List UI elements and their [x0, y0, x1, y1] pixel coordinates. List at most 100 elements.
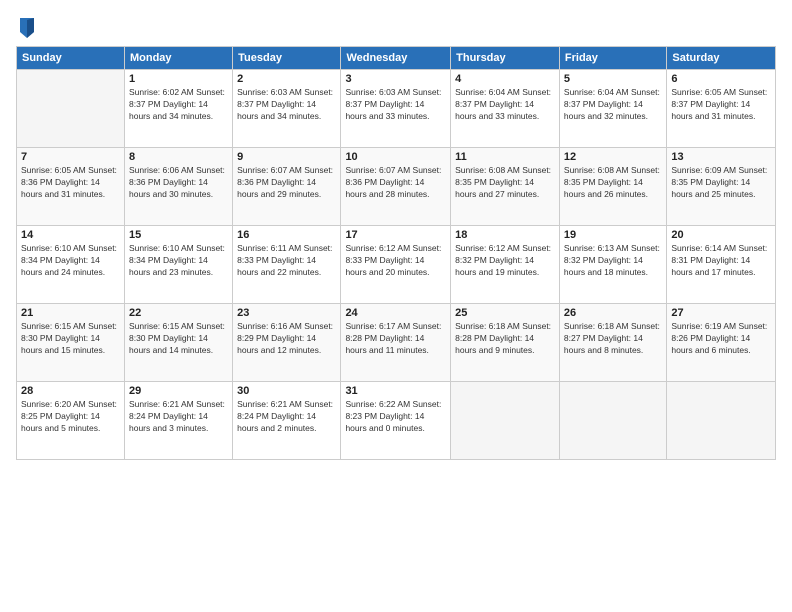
day-number: 5 — [564, 73, 662, 85]
day-number: 8 — [129, 151, 228, 163]
calendar-day: 10 Sunrise: 6:07 AM Sunset: 8:36 PM Dayli… — [341, 148, 451, 226]
day-detail: Sunrise: 6:14 AM Sunset: 8:31 PM Dayligh… — [671, 243, 771, 279]
calendar-day: 18 Sunrise: 6:12 AM Sunset: 8:32 PM Dayli… — [451, 226, 560, 304]
weekday-header: Thursday — [451, 47, 560, 70]
calendar-table: SundayMondayTuesdayWednesdayThursdayFrid… — [16, 46, 776, 460]
day-number: 28 — [21, 385, 120, 397]
calendar-day: 11 Sunrise: 6:08 AM Sunset: 8:35 PM Dayli… — [451, 148, 560, 226]
calendar-week-row: 28 Sunrise: 6:20 AM Sunset: 8:25 PM Dayli… — [17, 382, 776, 460]
calendar-day: 25 Sunrise: 6:18 AM Sunset: 8:28 PM Dayli… — [451, 304, 560, 382]
day-detail: Sunrise: 6:10 AM Sunset: 8:34 PM Dayligh… — [129, 243, 228, 279]
day-detail: Sunrise: 6:18 AM Sunset: 8:27 PM Dayligh… — [564, 321, 662, 357]
day-detail: Sunrise: 6:12 AM Sunset: 8:32 PM Dayligh… — [455, 243, 555, 279]
day-number: 11 — [455, 151, 555, 163]
day-detail: Sunrise: 6:08 AM Sunset: 8:35 PM Dayligh… — [564, 165, 662, 201]
calendar-day — [667, 382, 776, 460]
calendar-day: 8Sunrise: 6:06 AM Sunset: 8:36 PM Daylig… — [124, 148, 232, 226]
day-detail: Sunrise: 6:10 AM Sunset: 8:34 PM Dayligh… — [21, 243, 120, 279]
calendar-day: 20 Sunrise: 6:14 AM Sunset: 8:31 PM Dayli… — [667, 226, 776, 304]
day-number: 4 — [455, 73, 555, 85]
weekday-header: Saturday — [667, 47, 776, 70]
calendar-day: 16 Sunrise: 6:11 AM Sunset: 8:33 PM Dayli… — [233, 226, 341, 304]
calendar-week-row: 1 Sunrise: 6:02 AM Sunset: 8:37 PM Daylig… — [17, 70, 776, 148]
day-detail: Sunrise: 6:02 AM Sunset: 8:37 PM Dayligh… — [129, 87, 228, 123]
day-detail: Sunrise: 6:21 AM Sunset: 8:24 PM Dayligh… — [237, 399, 336, 435]
logo — [16, 16, 36, 38]
day-detail: Sunrise: 6:08 AM Sunset: 8:35 PM Dayligh… — [455, 165, 555, 201]
calendar-day: 23Sunrise: 6:16 AM Sunset: 8:29 PM Dayli… — [233, 304, 341, 382]
calendar-day — [451, 382, 560, 460]
calendar-day: 13 Sunrise: 6:09 AM Sunset: 8:35 PM Dayli… — [667, 148, 776, 226]
day-number: 13 — [671, 151, 771, 163]
calendar-day: 24 Sunrise: 6:17 AM Sunset: 8:28 PM Dayli… — [341, 304, 451, 382]
day-detail: Sunrise: 6:03 AM Sunset: 8:37 PM Dayligh… — [345, 87, 446, 123]
day-detail: Sunrise: 6:07 AM Sunset: 8:36 PM Dayligh… — [237, 165, 336, 201]
day-number: 9 — [237, 151, 336, 163]
weekday-header: Monday — [124, 47, 232, 70]
day-number: 7 — [21, 151, 120, 163]
calendar-day: 7Sunrise: 6:05 AM Sunset: 8:36 PM Daylig… — [17, 148, 125, 226]
header — [16, 16, 776, 38]
day-number: 18 — [455, 229, 555, 241]
calendar-body: 1 Sunrise: 6:02 AM Sunset: 8:37 PM Daylig… — [17, 70, 776, 460]
day-number: 15 — [129, 229, 228, 241]
calendar-header-row: SundayMondayTuesdayWednesdayThursdayFrid… — [17, 47, 776, 70]
day-number: 21 — [21, 307, 120, 319]
calendar-day: 1 Sunrise: 6:02 AM Sunset: 8:37 PM Daylig… — [124, 70, 232, 148]
calendar-week-row: 14 Sunrise: 6:10 AM Sunset: 8:34 PM Dayli… — [17, 226, 776, 304]
day-detail: Sunrise: 6:18 AM Sunset: 8:28 PM Dayligh… — [455, 321, 555, 357]
day-detail: Sunrise: 6:07 AM Sunset: 8:36 PM Dayligh… — [345, 165, 446, 201]
day-number: 10 — [345, 151, 446, 163]
calendar-day: 3Sunrise: 6:03 AM Sunset: 8:37 PM Daylig… — [341, 70, 451, 148]
day-number: 25 — [455, 307, 555, 319]
day-number: 23 — [237, 307, 336, 319]
page: SundayMondayTuesdayWednesdayThursdayFrid… — [0, 0, 792, 612]
calendar-day: 9 Sunrise: 6:07 AM Sunset: 8:36 PM Daylig… — [233, 148, 341, 226]
day-number: 24 — [345, 307, 446, 319]
weekday-header: Wednesday — [341, 47, 451, 70]
day-number: 6 — [671, 73, 771, 85]
weekday-header: Friday — [559, 47, 666, 70]
calendar-day: 30Sunrise: 6:21 AM Sunset: 8:24 PM Dayli… — [233, 382, 341, 460]
calendar-day: 21 Sunrise: 6:15 AM Sunset: 8:30 PM Dayli… — [17, 304, 125, 382]
calendar-day: 15 Sunrise: 6:10 AM Sunset: 8:34 PM Dayli… — [124, 226, 232, 304]
day-detail: Sunrise: 6:20 AM Sunset: 8:25 PM Dayligh… — [21, 399, 120, 435]
calendar-day: 26 Sunrise: 6:18 AM Sunset: 8:27 PM Dayli… — [559, 304, 666, 382]
calendar-day — [559, 382, 666, 460]
calendar-day: 2 Sunrise: 6:03 AM Sunset: 8:37 PM Daylig… — [233, 70, 341, 148]
day-number: 14 — [21, 229, 120, 241]
calendar-day: 31Sunrise: 6:22 AM Sunset: 8:23 PM Dayli… — [341, 382, 451, 460]
calendar-day: 19Sunrise: 6:13 AM Sunset: 8:32 PM Dayli… — [559, 226, 666, 304]
logo-icon — [18, 16, 36, 38]
day-number: 1 — [129, 73, 228, 85]
day-detail: Sunrise: 6:15 AM Sunset: 8:30 PM Dayligh… — [129, 321, 228, 357]
day-number: 22 — [129, 307, 228, 319]
day-detail: Sunrise: 6:03 AM Sunset: 8:37 PM Dayligh… — [237, 87, 336, 123]
day-detail: Sunrise: 6:05 AM Sunset: 8:37 PM Dayligh… — [671, 87, 771, 123]
calendar-week-row: 21 Sunrise: 6:15 AM Sunset: 8:30 PM Dayli… — [17, 304, 776, 382]
day-detail: Sunrise: 6:09 AM Sunset: 8:35 PM Dayligh… — [671, 165, 771, 201]
day-number: 31 — [345, 385, 446, 397]
calendar-day: 17 Sunrise: 6:12 AM Sunset: 8:33 PM Dayli… — [341, 226, 451, 304]
calendar-day: 14 Sunrise: 6:10 AM Sunset: 8:34 PM Dayli… — [17, 226, 125, 304]
day-number: 26 — [564, 307, 662, 319]
day-detail: Sunrise: 6:12 AM Sunset: 8:33 PM Dayligh… — [345, 243, 446, 279]
calendar-day: 28 Sunrise: 6:20 AM Sunset: 8:25 PM Dayli… — [17, 382, 125, 460]
day-detail: Sunrise: 6:17 AM Sunset: 8:28 PM Dayligh… — [345, 321, 446, 357]
calendar-day: 29Sunrise: 6:21 AM Sunset: 8:24 PM Dayli… — [124, 382, 232, 460]
day-number: 17 — [345, 229, 446, 241]
day-number: 2 — [237, 73, 336, 85]
weekday-header: Sunday — [17, 47, 125, 70]
day-detail: Sunrise: 6:04 AM Sunset: 8:37 PM Dayligh… — [455, 87, 555, 123]
calendar-day: 5 Sunrise: 6:04 AM Sunset: 8:37 PM Daylig… — [559, 70, 666, 148]
calendar-day: 4 Sunrise: 6:04 AM Sunset: 8:37 PM Daylig… — [451, 70, 560, 148]
day-number: 20 — [671, 229, 771, 241]
weekday-header: Tuesday — [233, 47, 341, 70]
day-detail: Sunrise: 6:04 AM Sunset: 8:37 PM Dayligh… — [564, 87, 662, 123]
calendar-day — [17, 70, 125, 148]
day-detail: Sunrise: 6:21 AM Sunset: 8:24 PM Dayligh… — [129, 399, 228, 435]
day-detail: Sunrise: 6:11 AM Sunset: 8:33 PM Dayligh… — [237, 243, 336, 279]
day-number: 16 — [237, 229, 336, 241]
day-detail: Sunrise: 6:15 AM Sunset: 8:30 PM Dayligh… — [21, 321, 120, 357]
calendar-day: 12Sunrise: 6:08 AM Sunset: 8:35 PM Dayli… — [559, 148, 666, 226]
